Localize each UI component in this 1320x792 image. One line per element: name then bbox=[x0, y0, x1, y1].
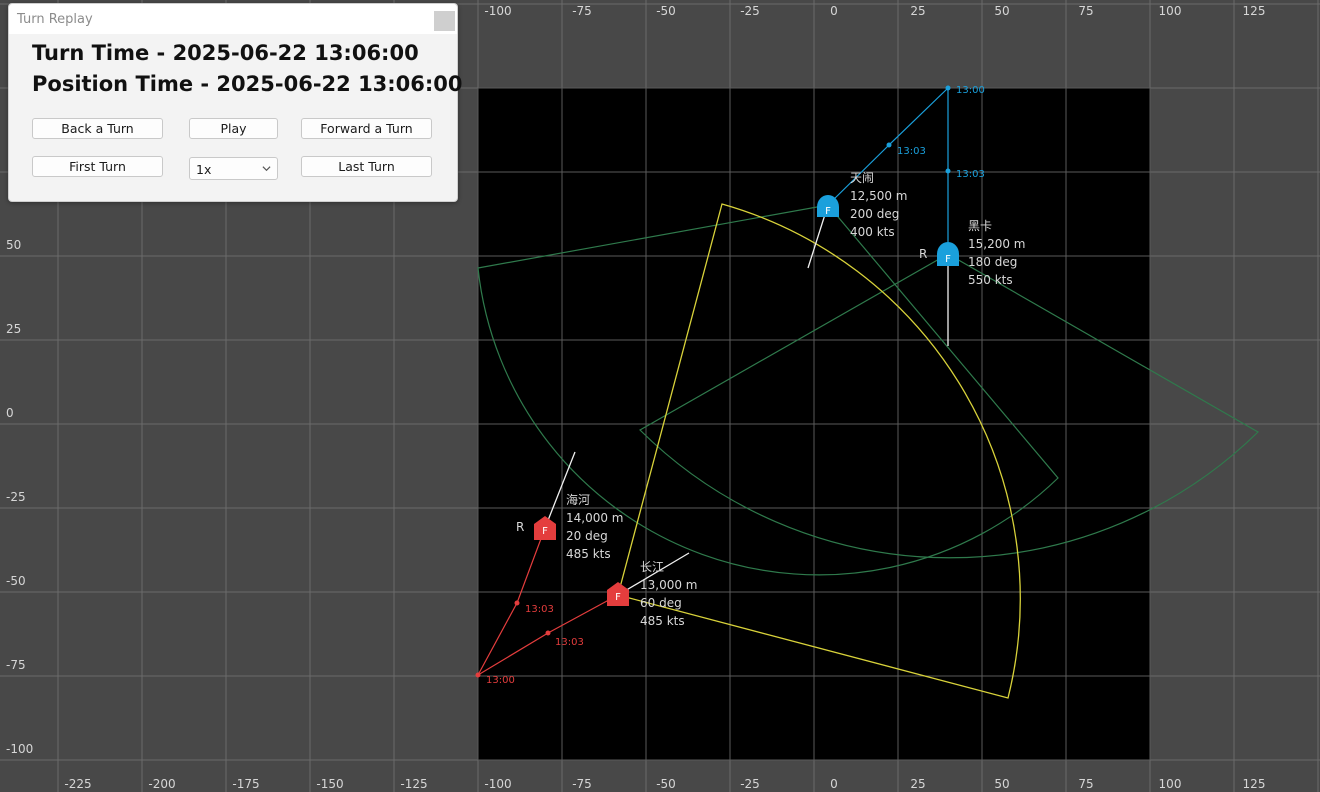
axis-tick-label: -100 bbox=[484, 777, 511, 791]
unit-marker: F bbox=[945, 254, 951, 265]
unit-altitude: 12,500 m bbox=[850, 189, 908, 203]
unit-speed: 400 kts bbox=[850, 225, 895, 239]
speed-select-value: 1x bbox=[196, 162, 212, 177]
axis-tick-label: -50 bbox=[6, 574, 26, 588]
unit-marker: F bbox=[825, 206, 831, 217]
speed-select[interactable]: 1x bbox=[189, 157, 278, 180]
track-point bbox=[475, 672, 481, 678]
track-point bbox=[545, 630, 551, 636]
axis-tick-label: 0 bbox=[6, 406, 14, 420]
unit-name: 天闹 bbox=[850, 171, 874, 185]
axis-tick-label: 50 bbox=[994, 4, 1009, 18]
unit-name: 黑卡 bbox=[968, 219, 992, 233]
close-button[interactable] bbox=[434, 11, 455, 31]
unit-name: 海河 bbox=[566, 492, 590, 507]
back-turn-button[interactable]: Back a Turn bbox=[32, 118, 163, 139]
axis-tick-label: -125 bbox=[400, 777, 427, 791]
unit-flag: R bbox=[919, 247, 927, 261]
axis-tick-label: -200 bbox=[148, 777, 175, 791]
track-time-label: 13:00 bbox=[486, 675, 515, 686]
axis-tick-label: 25 bbox=[910, 4, 925, 18]
axis-tick-label: 25 bbox=[910, 777, 925, 791]
track-point bbox=[514, 600, 520, 606]
axis-tick-label: -50 bbox=[656, 777, 676, 791]
axis-tick-label: 0 bbox=[830, 4, 838, 18]
unit-heading: 60 deg bbox=[640, 596, 682, 610]
track-time-label: 13:00 bbox=[956, 85, 985, 96]
axis-tick-label: -75 bbox=[6, 658, 26, 672]
last-turn-button[interactable]: Last Turn bbox=[301, 156, 432, 177]
unit-marker: F bbox=[615, 592, 621, 603]
axis-tick-label: -50 bbox=[656, 4, 676, 18]
axis-tick-label: 100 bbox=[1159, 777, 1182, 791]
window-title: Turn Replay bbox=[17, 12, 93, 27]
window-titlebar[interactable]: Turn Replay bbox=[9, 4, 457, 34]
axis-tick-label: 125 bbox=[1243, 4, 1266, 18]
track-time-label: 13:03 bbox=[897, 146, 926, 157]
unit-name: 长江 bbox=[640, 560, 664, 574]
axis-tick-label: 100 bbox=[1159, 4, 1182, 18]
unit-altitude: 15,200 m bbox=[968, 237, 1026, 251]
forward-turn-button[interactable]: Forward a Turn bbox=[301, 118, 432, 139]
first-turn-button[interactable]: First Turn bbox=[32, 156, 163, 177]
unit-speed: 485 kts bbox=[640, 614, 685, 628]
unit-heading: 180 deg bbox=[968, 255, 1017, 269]
axis-tick-label: 50 bbox=[994, 777, 1009, 791]
axis-tick-label: -150 bbox=[316, 777, 343, 791]
unit-flag: R bbox=[516, 520, 524, 534]
position-time: Position Time - 2025-06-22 13:06:00 bbox=[32, 72, 463, 96]
axis-tick-label: -25 bbox=[6, 490, 26, 504]
axis-tick-label: 50 bbox=[6, 238, 21, 252]
track-time-label: 13:03 bbox=[525, 604, 554, 615]
axis-tick-label: -100 bbox=[6, 742, 33, 756]
axis-tick-label: -225 bbox=[64, 777, 91, 791]
axis-tick-label: -175 bbox=[232, 777, 259, 791]
turn-replay-window: Turn Replay Turn Time - 2025-06-22 13:06… bbox=[8, 3, 463, 202]
axis-tick-label: 25 bbox=[6, 322, 21, 336]
unit-speed: 485 kts bbox=[566, 547, 611, 561]
track-point bbox=[945, 168, 951, 174]
chevron-down-icon bbox=[262, 166, 271, 172]
axis-tick-label: -25 bbox=[740, 777, 760, 791]
unit-altitude: 13,000 m bbox=[640, 578, 698, 592]
track-point bbox=[945, 85, 951, 91]
axis-tick-label: -25 bbox=[740, 4, 760, 18]
axis-tick-label: 75 bbox=[1078, 4, 1093, 18]
unit-altitude: 14,000 m bbox=[566, 511, 624, 525]
turn-time: Turn Time - 2025-06-22 13:06:00 bbox=[32, 41, 419, 65]
unit-heading: 20 deg bbox=[566, 529, 608, 543]
axis-tick-label: 75 bbox=[1078, 777, 1093, 791]
track-time-label: 13:03 bbox=[956, 169, 985, 180]
unit-heading: 200 deg bbox=[850, 207, 899, 221]
play-button[interactable]: Play bbox=[189, 118, 278, 139]
axis-tick-label: 0 bbox=[830, 777, 838, 791]
unit-marker: F bbox=[542, 526, 548, 537]
axis-tick-label: -75 bbox=[572, 4, 592, 18]
axis-tick-label: -100 bbox=[484, 4, 511, 18]
axis-tick-label: 125 bbox=[1243, 777, 1266, 791]
axis-tick-label: -75 bbox=[572, 777, 592, 791]
track-point bbox=[886, 142, 892, 148]
track-time-label: 13:03 bbox=[555, 637, 584, 648]
unit-speed: 550 kts bbox=[968, 273, 1013, 287]
